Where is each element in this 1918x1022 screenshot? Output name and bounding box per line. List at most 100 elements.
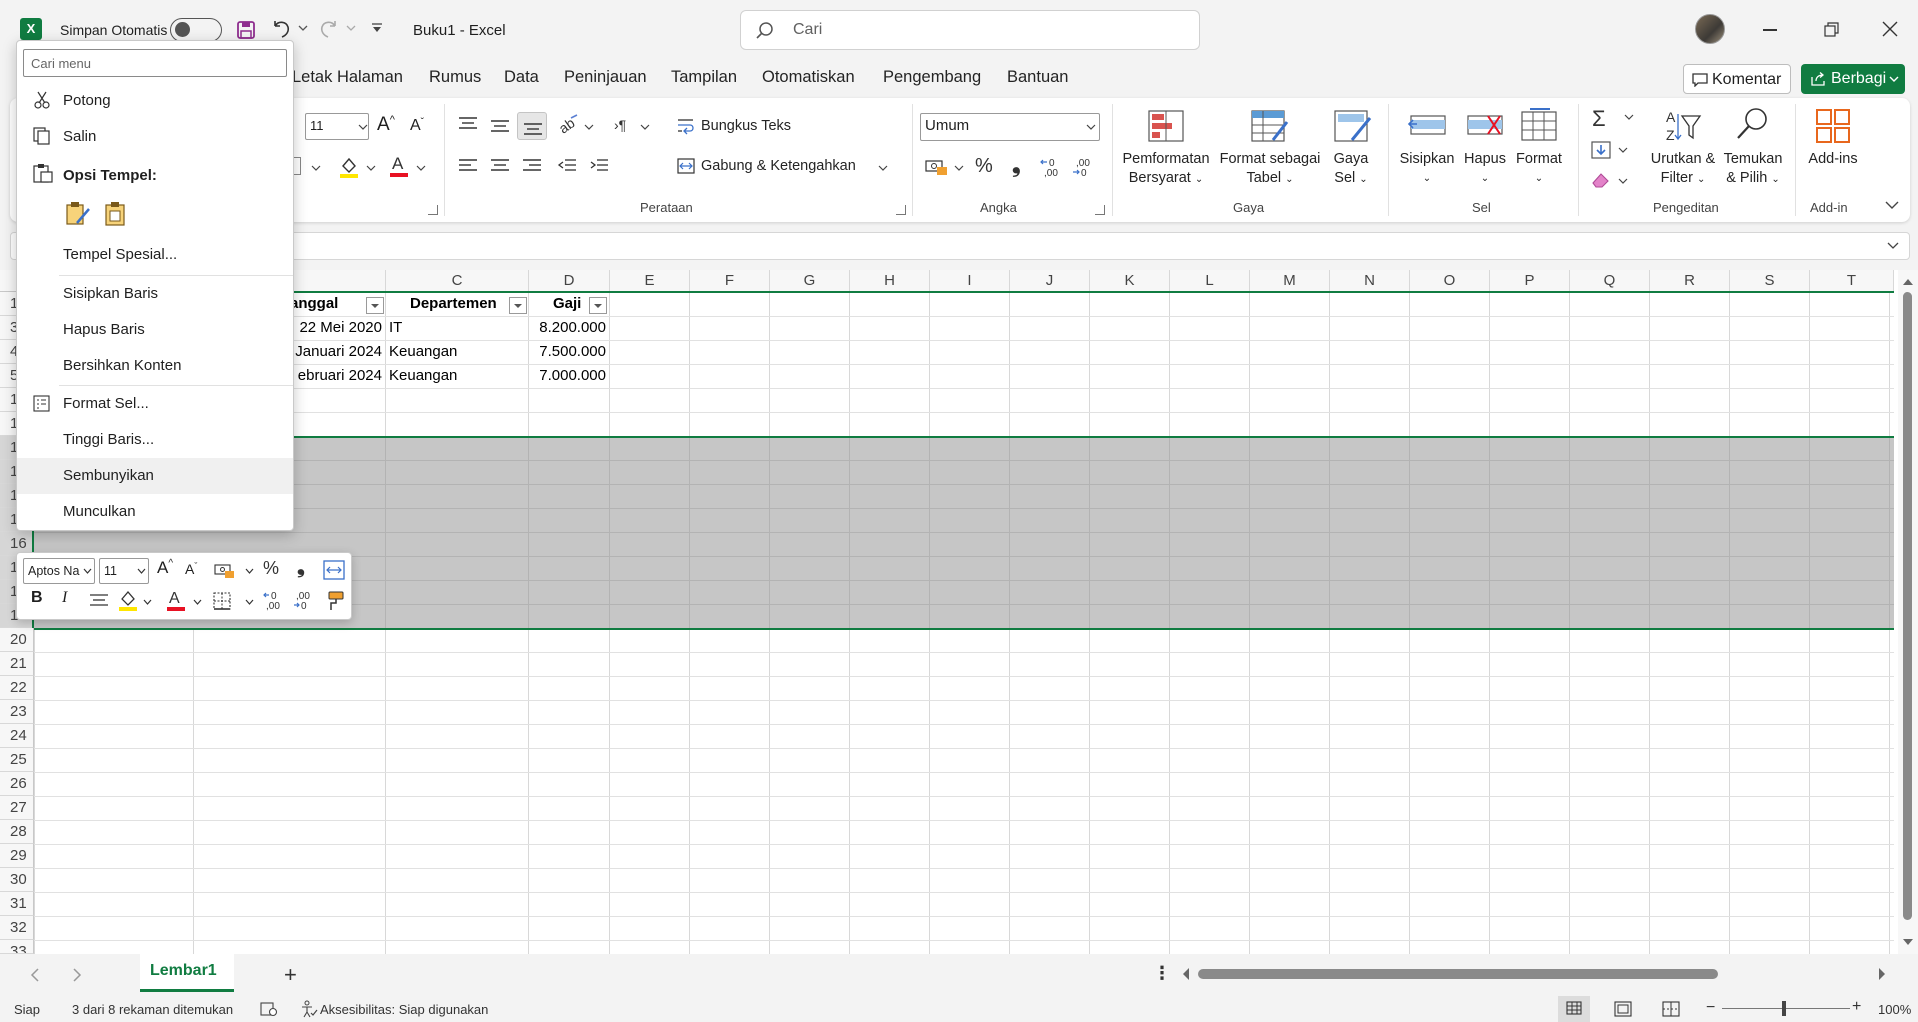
tab-view[interactable]: Tampilan [671,68,737,87]
normal-view-button[interactable] [1558,996,1590,1022]
mini-font-color-dropdown-icon[interactable] [193,599,202,606]
redo-icon[interactable] [316,18,340,40]
align-bottom-button[interactable] [517,112,547,140]
align-center-icon[interactable] [490,157,510,175]
column-header-j[interactable]: J [1010,270,1090,292]
column-header-f[interactable]: F [690,270,770,292]
column-header-i[interactable]: I [930,270,1010,292]
font-color-icon[interactable]: A [388,153,410,179]
cell-styles-icon[interactable] [1334,108,1372,144]
row-header-20[interactable]: 20 [0,628,34,652]
decrease-font-icon[interactable]: Aˇ [410,117,424,135]
column-header-s[interactable]: S [1730,270,1810,292]
orientation-icon[interactable]: ab [557,114,579,134]
table-cell-salary[interactable]: 8.200.000 [529,316,608,340]
comma-style-icon[interactable]: ❟ [1012,152,1021,178]
font-dialog-launcher[interactable] [428,205,438,215]
mini-percent-icon[interactable]: % [263,558,279,579]
row-header-32[interactable]: 32 [0,916,34,940]
conditional-formatting-icon[interactable] [1148,108,1184,144]
scroll-left-icon[interactable] [1182,968,1190,980]
tab-help[interactable]: Bantuan [1007,68,1068,87]
column-header-r[interactable]: R [1650,270,1730,292]
menu-item-clear-contents[interactable]: Bersihkan Konten [17,348,293,384]
row-header-31[interactable]: 31 [0,892,34,916]
scroll-up-icon[interactable] [1903,278,1913,286]
mini-italic-icon[interactable]: I [62,589,67,607]
menu-item-paste-special[interactable]: Tempel Spesial... [17,237,293,273]
tab-developer[interactable]: Pengembang [883,68,981,87]
mini-borders-icon[interactable] [213,592,231,610]
row-header-27[interactable]: 27 [0,796,34,820]
mini-increase-font-icon[interactable]: A^ [157,558,173,578]
fill-icon[interactable] [1590,140,1612,160]
fill-color-icon[interactable] [338,155,360,179]
row-header-23[interactable]: 23 [0,700,34,724]
mini-decrease-font-icon[interactable]: Aˇ [185,561,197,577]
tab-automate[interactable]: Otomatiskan [762,68,855,87]
formula-bar-expand-icon[interactable] [1887,242,1899,250]
vertical-scroll-thumb[interactable] [1903,292,1912,920]
redo-dropdown-icon[interactable] [346,24,356,32]
column-header-c[interactable]: C [386,270,529,292]
table-cell-date[interactable]: 22 Mei 2020 [280,316,384,340]
format-cells-button[interactable]: Format ⌄ [1512,150,1566,188]
row-header-21[interactable]: 21 [0,652,34,676]
clear-dropdown-icon[interactable] [1618,177,1628,185]
tab-page-layout[interactable]: Letak Halaman [292,68,403,87]
wrap-text-label[interactable]: Bungkus Teks [701,118,791,134]
conditional-formatting-button[interactable]: Pemformatan Bersyarat ⌄ [1120,150,1212,189]
filter-dropdown-department[interactable] [509,297,527,314]
add-sheet-icon[interactable]: + [284,962,297,988]
accounting-format-icon[interactable] [925,158,949,176]
ribbon-collapse-icon[interactable] [1885,200,1899,210]
avatar[interactable] [1695,14,1725,44]
table-cell-date[interactable]: Januari 2024 [280,340,384,364]
menu-item-delete-rows[interactable]: Hapus Baris [17,312,293,348]
decrease-decimal-icon[interactable]: ,00 0 [1072,156,1098,178]
share-button[interactable]: Berbagi [1801,64,1905,94]
next-sheet-icon[interactable] [72,968,82,982]
table-cell-date[interactable]: ebruari 2024 [280,364,384,388]
undo-dropdown-icon[interactable] [298,24,308,32]
filter-dropdown-date[interactable] [366,297,384,314]
row-header-24[interactable]: 24 [0,724,34,748]
fill-dropdown-icon[interactable] [1618,146,1628,154]
accessibility-icon[interactable] [300,1000,318,1018]
column-header-h[interactable]: H [850,270,930,292]
percent-icon[interactable]: % [975,155,993,178]
find-select-icon[interactable] [1735,106,1771,142]
number-dialog-launcher[interactable] [1095,205,1105,215]
column-header-q[interactable]: Q [1570,270,1650,292]
mini-merge-icon[interactable] [323,560,345,580]
zoom-out-icon[interactable]: − [1706,999,1715,1017]
number-format-select[interactable]: Umum [920,113,1100,141]
prev-sheet-icon[interactable] [30,968,40,982]
align-top-icon[interactable] [458,116,478,134]
table-cell-department[interactable]: Keuangan [389,364,524,388]
mini-fill-color-icon[interactable] [117,589,139,613]
cell-styles-button[interactable]: Gaya Sel ⌄ [1326,150,1376,189]
merge-center-label[interactable]: Gabung & Ketengahkan [701,158,856,174]
row-header-29[interactable]: 29 [0,844,34,868]
customize-qat-icon[interactable] [370,22,384,34]
page-break-view-icon[interactable] [1662,1001,1680,1017]
sort-filter-icon[interactable]: AZ [1664,108,1702,144]
table-cell-department[interactable]: IT [389,316,524,340]
more-options-icon[interactable]: ⋮ [1153,963,1171,984]
delete-cells-button[interactable]: Hapus ⌄ [1460,150,1510,188]
insert-cells-icon[interactable] [1407,108,1447,144]
zoom-in-icon[interactable]: + [1852,998,1861,1016]
clear-icon[interactable] [1590,170,1612,190]
scroll-right-icon[interactable] [1878,968,1886,980]
orientation-dropdown-icon[interactable] [584,123,594,131]
sheet-tab-active[interactable]: Lembar1 [140,954,234,992]
tab-review[interactable]: Peninjauan [564,68,647,87]
undo-icon[interactable] [270,18,294,40]
horizontal-scrollbar[interactable] [1180,964,1888,984]
format-as-table-button[interactable]: Format sebagai Tabel ⌄ [1216,150,1324,189]
merge-center-icon[interactable] [677,158,695,174]
mini-decrease-decimal-icon[interactable]: ,00 0 [293,589,317,611]
zoom-level[interactable]: 100% [1878,1002,1911,1017]
autosum-dropdown-icon[interactable] [1624,113,1634,121]
